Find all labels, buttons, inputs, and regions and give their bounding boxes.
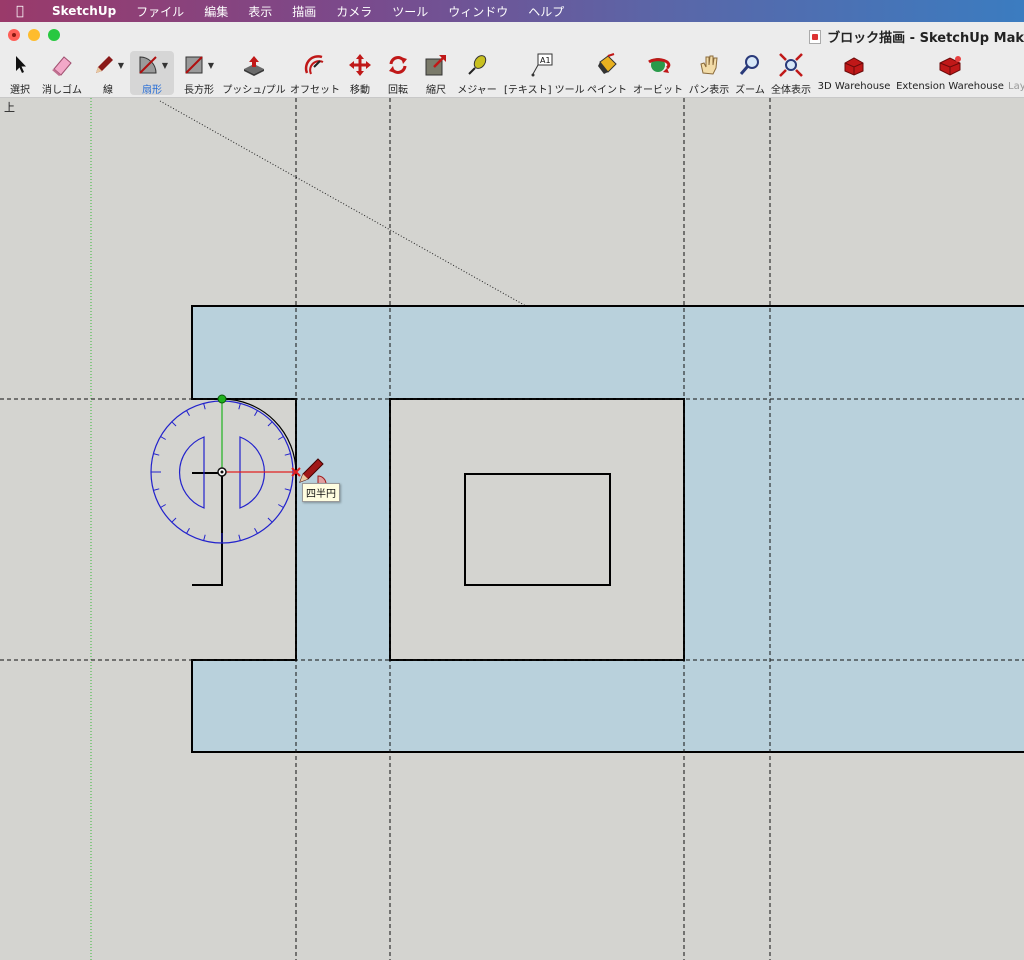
push-pull-icon [244,56,264,76]
tool-label: プッシュ/プル [222,85,286,96]
model-viewport[interactable] [0,98,1024,960]
rotate-icon [389,56,407,74]
tool-label: 全体表示 [771,85,811,96]
offset-icon [304,55,324,75]
zoom-extents-icon [779,53,803,77]
rectangle-icon [185,56,203,74]
tool-label: 3D Warehouse [817,81,891,92]
tool-label: Lay [1008,81,1024,92]
tool-scale[interactable]: 縮尺 [420,51,452,96]
menu-tools[interactable]: ツール [392,3,428,20]
tool-push-pull[interactable]: プッシュ/プル [222,51,286,96]
tool-line[interactable]: ▼ 線 [90,51,126,96]
menu-camera[interactable]: カメラ [336,3,372,20]
zoom-window-button[interactable] [48,29,60,41]
tool-label: パン表示 [688,85,730,96]
inference-tooltip: 四半円 [302,483,340,502]
menu-bar:  SketchUp ファイル 編集 表示 描画 カメラ ツール ウィンドウ ヘ… [0,0,1024,22]
tool-label: 縮尺 [426,85,446,96]
tool-label: 選択 [10,85,30,96]
tool-label: 移動 [350,85,370,96]
tool-3d-warehouse[interactable]: 3D Warehouse [816,51,892,95]
tool-label: オフセット [290,85,340,96]
tool-select[interactable]: 選択 [6,51,34,96]
window-titlebar: ブロック描画 - SketchUp Mak [0,22,1024,48]
tool-label: 線 [103,85,113,96]
window-title-text: ブロック描画 - SketchUp Mak [827,31,1024,46]
eraser-icon [52,56,72,76]
menu-app-name[interactable]: SketchUp [52,4,116,18]
move-icon [349,54,371,76]
tool-label: Extension Warehouse [896,81,1004,92]
paint-bucket-icon [598,53,617,74]
pie-arc-icon [139,56,157,74]
menu-window[interactable]: ウィンドウ [448,3,508,20]
tool-label: ペイント [587,85,627,96]
menu-draw[interactable]: 描画 [292,3,316,20]
tool-eraser[interactable]: 消しゴム [40,51,84,96]
orbit-icon [648,58,671,73]
select-arrow-icon [16,56,26,73]
tool-tape-measure[interactable]: メジャー [456,51,498,96]
tool-paint[interactable]: ペイント [586,51,628,96]
scale-icon [425,55,446,76]
tool-label: 長方形 [184,85,214,96]
tool-offset[interactable]: オフセット [289,51,341,96]
tool-layout[interactable]: Lay [1008,51,1024,95]
text-tool-icon: A1 [531,53,553,77]
zoom-magnifier-icon [739,55,759,75]
window-title: ブロック描画 - SketchUp Mak [809,27,1024,46]
menu-file[interactable]: ファイル [136,3,184,20]
close-window-button[interactable] [8,29,20,41]
3d-warehouse-icon [844,57,864,76]
document-icon [809,29,822,44]
minimize-window-button[interactable] [28,29,40,41]
extension-warehouse-icon [939,56,961,76]
tool-zoom[interactable]: ズーム [734,51,766,96]
tool-label: オービット [633,85,683,96]
menu-edit[interactable]: 編集 [204,3,228,20]
tool-pan[interactable]: パン表示 [688,51,730,96]
chevron-down-icon[interactable]: ▼ [162,61,168,70]
tool-label: 扇形 [142,85,162,96]
tool-move[interactable]: 移動 [344,51,376,96]
tool-rectangle[interactable]: ▼ 長方形 [178,51,220,96]
tool-label: [テキスト] ツール [504,85,585,96]
tool-text[interactable]: A1 [テキスト] ツール [504,51,585,96]
apple-icon[interactable]:  [16,4,38,19]
text-tool-glyph: A1 [540,56,551,65]
menu-help[interactable]: ヘルプ [528,3,564,20]
tape-measure-icon [468,55,487,75]
tool-label: 回転 [388,85,408,96]
tool-label: メジャー [457,85,497,96]
tool-rotate[interactable]: 回転 [382,51,414,96]
large-toolset-toolbar: 選択 消しゴム ▼ 線 ▼ 扇形 ▼ 長方形 プッシュ/プル オフセット 移動 … [0,48,1024,98]
tool-orbit[interactable]: オービット [632,51,684,96]
chevron-down-icon[interactable]: ▼ [208,61,214,70]
tool-label: 消しゴム [42,85,82,96]
chevron-down-icon[interactable]: ▼ [118,61,124,70]
tool-extension-warehouse[interactable]: Extension Warehouse [896,51,1004,95]
view-label: 上 [4,101,15,114]
tool-pie[interactable]: ▼ 扇形 [130,51,174,96]
pencil-icon [95,56,113,73]
tool-zoom-extents[interactable]: 全体表示 [770,51,812,96]
menu-view[interactable]: 表示 [248,3,272,20]
tool-label: ズーム [735,85,765,96]
pan-hand-icon [700,55,718,75]
